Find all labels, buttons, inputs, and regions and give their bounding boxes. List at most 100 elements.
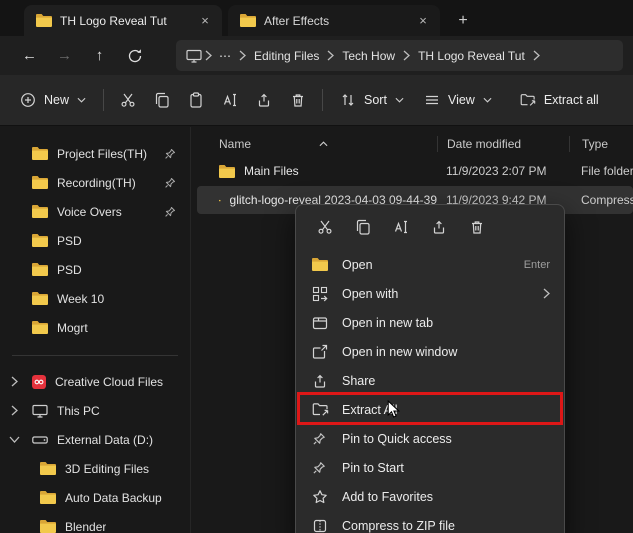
column-header-label: Date modified xyxy=(447,137,521,151)
tab-label: After Effects xyxy=(264,14,404,28)
chevron-right-icon xyxy=(205,50,212,61)
tab-th-logo-reveal-tut[interactable]: TH Logo Reveal Tut × xyxy=(24,5,222,36)
chevron-right-icon xyxy=(239,50,246,61)
menu-item-label: Compress to ZIP file xyxy=(342,519,550,533)
extract-all-icon xyxy=(312,402,329,417)
menu-item-label: Pin to Quick access xyxy=(342,432,550,446)
rename-button[interactable] xyxy=(384,212,418,242)
extract-all-button[interactable]: Extract all xyxy=(510,83,609,117)
pin-icon xyxy=(164,206,176,218)
chevron-right-icon[interactable] xyxy=(11,405,18,416)
sidebar-item-external-data[interactable]: External Data (D:) xyxy=(4,425,186,454)
column-header-name[interactable]: Name xyxy=(191,137,437,151)
address-bar[interactable]: ⋯ Editing Files Tech How TH Logo Reveal … xyxy=(176,40,623,71)
sort-icon xyxy=(340,92,356,108)
breadcrumb-overflow[interactable]: ⋯ xyxy=(215,49,236,63)
column-header-label: Name xyxy=(219,137,251,151)
sidebar-item-psd-2[interactable]: PSD xyxy=(4,255,186,284)
copy-button[interactable] xyxy=(346,212,380,242)
menu-item-open[interactable]: Open Enter xyxy=(300,250,560,279)
paste-button[interactable] xyxy=(179,83,213,117)
column-header-type[interactable]: Type xyxy=(569,136,633,152)
view-button[interactable]: View xyxy=(414,83,502,117)
view-icon xyxy=(424,92,440,108)
back-button[interactable]: ← xyxy=(14,40,45,71)
view-button-label: View xyxy=(448,93,475,107)
sidebar-item-mogrt[interactable]: Mogrt xyxy=(4,313,186,342)
sidebar-item-week-10[interactable]: Week 10 xyxy=(4,284,186,313)
menu-item-add-to-favorites[interactable]: Add to Favorites xyxy=(300,482,560,511)
folder-icon xyxy=(40,491,56,504)
sidebar-item-psd-1[interactable]: PSD xyxy=(4,226,186,255)
sidebar-item-voice-overs[interactable]: Voice Overs xyxy=(4,197,186,226)
new-button[interactable]: New xyxy=(10,83,96,117)
share-button[interactable] xyxy=(247,83,281,117)
folder-icon xyxy=(312,258,328,271)
titlebar: TH Logo Reveal Tut × After Effects × + xyxy=(0,0,633,36)
rename-button[interactable] xyxy=(213,83,247,117)
menu-item-extract-all[interactable]: Extract All xyxy=(300,395,560,424)
chevron-down-icon[interactable] xyxy=(9,436,20,443)
sidebar-item-label: Recording(TH) xyxy=(57,176,136,190)
menu-item-pin-to-start[interactable]: Pin to Start xyxy=(300,453,560,482)
context-menu: Open Enter Open with Open in new tab Ope… xyxy=(295,204,565,533)
refresh-button[interactable] xyxy=(119,40,150,71)
folder-icon xyxy=(32,205,48,218)
mouse-cursor xyxy=(387,400,400,419)
sidebar-item-label: 3D Editing Files xyxy=(65,462,149,476)
menu-item-open-in-new-tab[interactable]: Open in new tab xyxy=(300,308,560,337)
menu-item-open-with[interactable]: Open with xyxy=(300,279,560,308)
menu-item-share[interactable]: Share xyxy=(300,366,560,395)
sort-button[interactable]: Sort xyxy=(330,83,414,117)
sidebar-item-auto-data-backup[interactable]: Auto Data Backup xyxy=(4,483,186,512)
chevron-right-icon[interactable] xyxy=(11,376,18,387)
breadcrumb-th-logo-reveal-tut[interactable]: TH Logo Reveal Tut xyxy=(413,49,530,63)
forward-button[interactable]: → xyxy=(49,40,80,71)
file-type: File folder xyxy=(569,164,633,178)
monitor-icon xyxy=(186,49,202,63)
sidebar-item-blender[interactable]: Blender xyxy=(4,512,186,533)
column-header-date-modified[interactable]: Date modified xyxy=(437,136,569,152)
tab-close-icon[interactable]: × xyxy=(194,10,216,32)
copy-button[interactable] xyxy=(145,83,179,117)
delete-icon xyxy=(290,92,306,108)
delete-button[interactable] xyxy=(281,83,315,117)
file-row-main-files[interactable]: Main Files 11/9/2023 2:07 PM File folder xyxy=(197,157,633,185)
share-button[interactable] xyxy=(422,212,456,242)
cut-icon xyxy=(120,92,136,108)
refresh-icon xyxy=(127,48,143,64)
chevron-down-icon xyxy=(483,97,492,103)
delete-icon xyxy=(469,219,485,235)
folder-icon xyxy=(40,462,56,475)
up-button[interactable]: ↑ xyxy=(84,40,115,71)
file-name: Main Files xyxy=(244,164,299,178)
cut-button[interactable] xyxy=(308,212,342,242)
tab-after-effects[interactable]: After Effects × xyxy=(228,5,440,36)
breadcrumb-editing-files[interactable]: Editing Files xyxy=(249,49,324,63)
menu-item-open-in-new-window[interactable]: Open in new window xyxy=(300,337,560,366)
sidebar-item-label: Mogrt xyxy=(57,321,88,335)
new-window-icon xyxy=(312,344,328,360)
star-icon xyxy=(312,489,328,505)
open-with-icon xyxy=(312,286,328,302)
menu-item-compress-to-zip[interactable]: Compress to ZIP file xyxy=(300,511,560,533)
sidebar-item-3d-editing-files[interactable]: 3D Editing Files xyxy=(4,454,186,483)
pin-icon xyxy=(312,461,326,475)
sidebar-item-project-files[interactable]: Project Files(TH) xyxy=(4,139,186,168)
tab-close-icon[interactable]: × xyxy=(412,10,434,32)
menu-item-label: Add to Favorites xyxy=(342,490,550,504)
chevron-right-icon xyxy=(403,50,410,61)
delete-button[interactable] xyxy=(460,212,494,242)
cut-button[interactable] xyxy=(111,83,145,117)
toolbar-divider xyxy=(103,89,104,111)
sidebar-item-this-pc[interactable]: This PC xyxy=(4,396,186,425)
new-tab-button[interactable]: + xyxy=(448,5,478,36)
menu-item-pin-to-quick-access[interactable]: Pin to Quick access xyxy=(300,424,560,453)
toolbar-divider xyxy=(322,89,323,111)
context-menu-icon-row xyxy=(300,209,560,250)
tab-label: TH Logo Reveal Tut xyxy=(60,14,186,28)
breadcrumb-tech-how[interactable]: Tech How xyxy=(337,49,400,63)
column-header-label: Type xyxy=(582,137,608,151)
sidebar-item-recording[interactable]: Recording(TH) xyxy=(4,168,186,197)
sidebar-item-creative-cloud-files[interactable]: Creative Cloud Files xyxy=(4,367,186,396)
